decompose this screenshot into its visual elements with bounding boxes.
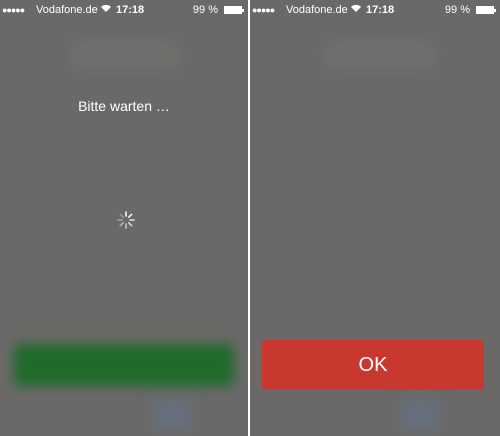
blurred-footer-icon xyxy=(152,400,192,430)
spinner-icon xyxy=(116,210,136,230)
status-bar: ●●●●● Vodafone.de 17:18 99 % xyxy=(0,0,248,20)
carrier-name: Vodafone.de xyxy=(286,4,348,16)
blurred-header xyxy=(70,40,180,70)
carrier-name: Vodafone.de xyxy=(36,4,98,16)
signal-strength: ●●●●● xyxy=(2,5,25,15)
ok-button[interactable]: OK xyxy=(262,340,484,390)
clock: 17:18 xyxy=(366,4,395,16)
blurred-green-button xyxy=(14,344,234,386)
right-screen: ●●●●● Vodafone.de 17:18 99 % OK xyxy=(250,0,500,436)
blurred-header xyxy=(325,40,435,70)
wifi-icon xyxy=(100,0,112,20)
wifi-icon xyxy=(350,0,362,20)
battery-icon xyxy=(476,6,496,14)
left-screen: ●●●●● Vodafone.de 17:18 99 % Bitte warte… xyxy=(0,0,248,436)
signal-strength: ●●●●● xyxy=(252,5,275,15)
battery-percent: 99 % xyxy=(444,4,470,16)
battery-percent: 99 % xyxy=(192,4,218,16)
status-bar: ●●●●● Vodafone.de 17:18 99 % xyxy=(250,0,500,20)
battery-icon xyxy=(224,6,244,14)
clock: 17:18 xyxy=(116,4,145,16)
loading-text: Bitte warten … xyxy=(78,98,170,114)
blurred-footer-icon xyxy=(400,400,440,430)
